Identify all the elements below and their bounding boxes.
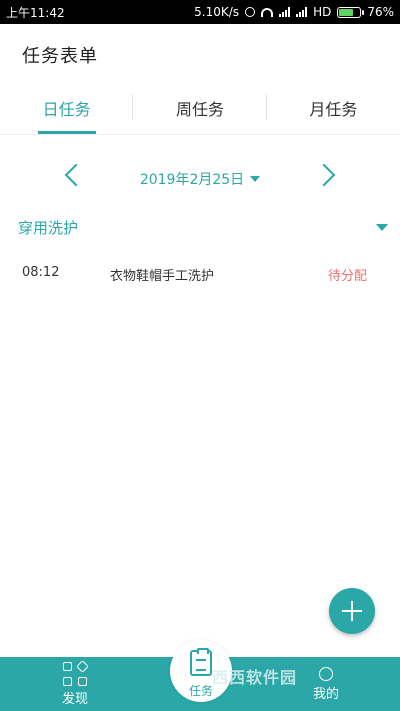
wifi-icon bbox=[261, 7, 274, 17]
signal-icon bbox=[279, 7, 291, 17]
person-icon bbox=[319, 666, 333, 681]
tab-weekly[interactable]: 周任务 bbox=[133, 82, 267, 134]
clipboard-icon bbox=[190, 648, 212, 676]
tab-daily[interactable]: 日任务 bbox=[0, 82, 134, 134]
battery-icon bbox=[337, 6, 365, 18]
discover-icon bbox=[63, 659, 89, 686]
category-header[interactable]: 穿用洗护 bbox=[0, 214, 400, 242]
task-status: 待分配 bbox=[328, 269, 368, 284]
tab-monthly[interactable]: 月任务 bbox=[267, 82, 400, 134]
alarm-icon bbox=[245, 7, 256, 17]
task-name: 衣物鞋帽手工洗护 bbox=[110, 269, 215, 284]
task-time: 08:12 bbox=[22, 265, 60, 280]
date-text: 2019年2月25日 bbox=[139, 172, 245, 188]
expand-toggle-icon[interactable] bbox=[376, 224, 388, 231]
date-selector: 2019年2月25日 bbox=[0, 162, 400, 198]
task-row[interactable]: 08:12 衣物鞋帽手工洗护 待分配 bbox=[0, 258, 400, 288]
page-title: 任务表单 bbox=[22, 46, 98, 67]
network-speed: 5.10K/s bbox=[194, 5, 240, 19]
tab-monthly-label: 月任务 bbox=[309, 100, 358, 119]
status-icons: 5.10K/s HD 76% bbox=[194, 5, 394, 19]
status-bar: 上午11:42 5.10K/s HD 76% bbox=[0, 0, 400, 24]
tab-active-indicator bbox=[37, 131, 96, 134]
watermark-logo: 西西软件园 bbox=[212, 668, 298, 687]
tab-bar: 日任务 周任务 月任务 bbox=[0, 82, 400, 135]
tab-daily-label: 日任务 bbox=[42, 100, 91, 119]
nav-mine-label: 我的 bbox=[312, 686, 339, 702]
caret-down-icon bbox=[250, 176, 261, 182]
nav-discover-label: 发现 bbox=[61, 691, 88, 707]
signal-icon-2 bbox=[296, 7, 308, 17]
nav-mine[interactable]: 我的 bbox=[296, 657, 356, 711]
category-label: 穿用洗护 bbox=[18, 219, 79, 237]
date-picker[interactable]: 2019年2月25日 bbox=[0, 169, 400, 189]
hd-label: HD bbox=[313, 5, 332, 19]
tab-weekly-label: 周任务 bbox=[175, 100, 224, 119]
app-header: 任务表单 bbox=[0, 24, 400, 82]
nav-discover[interactable]: 发现 bbox=[40, 657, 110, 711]
status-time: 上午11:42 bbox=[6, 5, 65, 20]
battery-percent: 76% bbox=[367, 5, 394, 19]
battery-fill bbox=[339, 8, 354, 16]
add-task-button[interactable] bbox=[329, 588, 375, 634]
